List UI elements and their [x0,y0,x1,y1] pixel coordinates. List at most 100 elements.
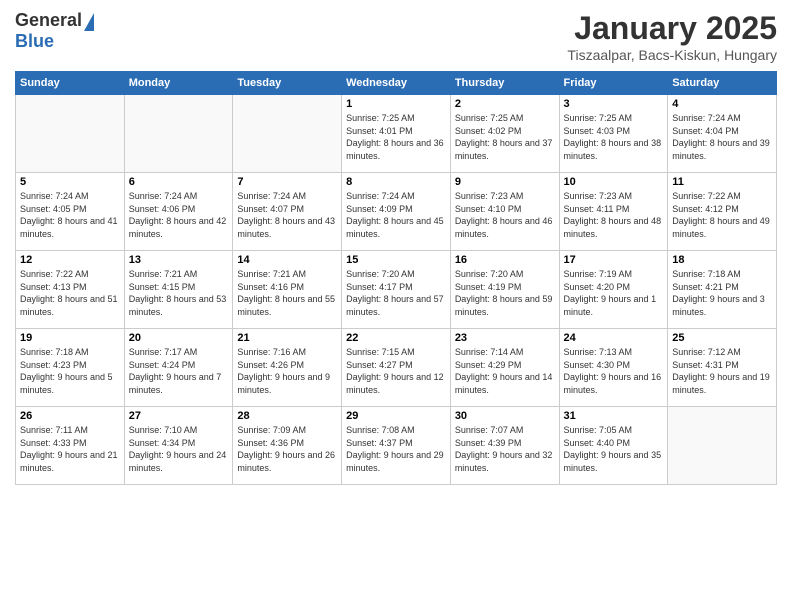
day-info: Sunrise: 7:25 AM Sunset: 4:01 PM Dayligh… [346,112,446,162]
day-number: 13 [129,254,229,266]
day-number: 20 [129,332,229,344]
day-number: 17 [564,254,664,266]
week-row-3: 12 Sunrise: 7:22 AM Sunset: 4:13 PM Dayli… [16,251,777,329]
calendar-cell: 14Sunrise: 7:21 AM Sunset: 4:16 PM Dayli… [233,251,342,329]
calendar-cell: 21 Sunrise: 7:16 AM Sunset: 4:26 PM Dayli… [233,329,342,407]
weekday-header-friday: Friday [559,72,668,95]
calendar-cell: 17Sunrise: 7:19 AM Sunset: 4:20 PM Dayli… [559,251,668,329]
week-row-1: 1 Sunrise: 7:25 AM Sunset: 4:01 PM Daylig… [16,95,777,173]
day-number: 23 [455,332,555,344]
calendar-cell: 20 Sunrise: 7:17 AM Sunset: 4:24 PM Dayli… [124,329,233,407]
calendar-cell: 10Sunrise: 7:23 AM Sunset: 4:11 PM Dayli… [559,173,668,251]
day-info: Sunrise: 7:14 AM Sunset: 4:29 PM Dayligh… [455,346,555,396]
day-info: Sunrise: 7:15 AM Sunset: 4:27 PM Dayligh… [346,346,446,396]
day-number: 21 [237,332,337,344]
calendar-cell: 29Sunrise: 7:08 AM Sunset: 4:37 PM Dayli… [342,407,451,485]
day-info: Sunrise: 7:17 AM Sunset: 4:24 PM Dayligh… [129,346,229,396]
calendar-cell: 19 Sunrise: 7:18 AM Sunset: 4:23 PM Dayli… [16,329,125,407]
day-number: 18 [672,254,772,266]
day-info: Sunrise: 7:23 AM Sunset: 4:10 PM Dayligh… [455,190,555,240]
day-number: 19 [20,332,120,344]
day-info: Sunrise: 7:24 AM Sunset: 4:06 PM Dayligh… [129,190,229,240]
day-number: 10 [564,176,664,188]
week-row-2: 5 Sunrise: 7:24 AM Sunset: 4:05 PM Daylig… [16,173,777,251]
calendar-cell [16,95,125,173]
day-number: 25 [672,332,772,344]
location-text: Tiszaalpar, Bacs-Kiskun, Hungary [567,47,777,63]
calendar-cell: 12 Sunrise: 7:22 AM Sunset: 4:13 PM Dayli… [16,251,125,329]
calendar-cell: 25 Sunrise: 7:12 AM Sunset: 4:31 PM Dayli… [668,329,777,407]
day-number: 6 [129,176,229,188]
weekday-header-saturday: Saturday [668,72,777,95]
calendar-cell: 13 Sunrise: 7:21 AM Sunset: 4:15 PM Dayli… [124,251,233,329]
calendar-cell: 24 Sunrise: 7:13 AM Sunset: 4:30 PM Dayli… [559,329,668,407]
day-info: Sunrise: 7:21 AM Sunset: 4:15 PM Dayligh… [129,268,229,318]
day-info: Sunrise: 7:10 AM Sunset: 4:34 PM Dayligh… [129,424,229,474]
week-row-4: 19 Sunrise: 7:18 AM Sunset: 4:23 PM Dayli… [16,329,777,407]
calendar-cell: 11 Sunrise: 7:22 AM Sunset: 4:12 PM Dayli… [668,173,777,251]
calendar-cell: 15Sunrise: 7:20 AM Sunset: 4:17 PM Dayli… [342,251,451,329]
header: General Blue January 2025 Tiszaalpar, Ba… [15,10,777,63]
weekday-header-wednesday: Wednesday [342,72,451,95]
day-number: 11 [672,176,772,188]
day-info: Sunrise: 7:12 AM Sunset: 4:31 PM Dayligh… [672,346,772,396]
day-number: 27 [129,410,229,422]
day-number: 3 [564,98,664,110]
day-number: 4 [672,98,772,110]
logo: General Blue [15,10,94,52]
day-number: 7 [237,176,337,188]
day-info: Sunrise: 7:18 AM Sunset: 4:21 PM Dayligh… [672,268,772,318]
calendar-cell: 28 Sunrise: 7:09 AM Sunset: 4:36 PM Dayli… [233,407,342,485]
page: General Blue January 2025 Tiszaalpar, Ba… [0,0,792,612]
calendar-cell [124,95,233,173]
day-info: Sunrise: 7:24 AM Sunset: 4:05 PM Dayligh… [20,190,120,240]
calendar-cell: 7 Sunrise: 7:24 AM Sunset: 4:07 PM Daylig… [233,173,342,251]
logo-general-text: General [15,10,82,31]
logo-triangle-icon [84,13,94,31]
day-number: 30 [455,410,555,422]
day-info: Sunrise: 7:24 AM Sunset: 4:04 PM Dayligh… [672,112,772,162]
day-info: Sunrise: 7:24 AM Sunset: 4:07 PM Dayligh… [237,190,337,240]
month-title: January 2025 [567,10,777,47]
day-number: 31 [564,410,664,422]
calendar-cell [233,95,342,173]
day-number: 9 [455,176,555,188]
day-info: Sunrise: 7:25 AM Sunset: 4:02 PM Dayligh… [455,112,555,162]
day-number: 28 [237,410,337,422]
title-section: January 2025 Tiszaalpar, Bacs-Kiskun, Hu… [567,10,777,63]
day-info: Sunrise: 7:09 AM Sunset: 4:36 PM Dayligh… [237,424,337,474]
day-number: 1 [346,98,446,110]
day-info: Sunrise: 7:21 AM Sunset: 4:16 PM Dayligh… [237,268,337,318]
logo-blue-text: Blue [15,31,54,52]
day-info: Sunrise: 7:22 AM Sunset: 4:13 PM Dayligh… [20,268,120,318]
calendar-cell: 16Sunrise: 7:20 AM Sunset: 4:19 PM Dayli… [450,251,559,329]
calendar-cell: 23 Sunrise: 7:14 AM Sunset: 4:29 PM Dayli… [450,329,559,407]
weekday-header-thursday: Thursday [450,72,559,95]
calendar-cell: 26Sunrise: 7:11 AM Sunset: 4:33 PM Dayli… [16,407,125,485]
weekday-header-tuesday: Tuesday [233,72,342,95]
day-number: 24 [564,332,664,344]
calendar-cell: 2 Sunrise: 7:25 AM Sunset: 4:02 PM Daylig… [450,95,559,173]
day-number: 16 [455,254,555,266]
day-number: 2 [455,98,555,110]
day-info: Sunrise: 7:24 AM Sunset: 4:09 PM Dayligh… [346,190,446,240]
day-info: Sunrise: 7:22 AM Sunset: 4:12 PM Dayligh… [672,190,772,240]
day-info: Sunrise: 7:16 AM Sunset: 4:26 PM Dayligh… [237,346,337,396]
calendar-cell: 4 Sunrise: 7:24 AM Sunset: 4:04 PM Daylig… [668,95,777,173]
calendar-cell: 3 Sunrise: 7:25 AM Sunset: 4:03 PM Daylig… [559,95,668,173]
calendar-cell: 22Sunrise: 7:15 AM Sunset: 4:27 PM Dayli… [342,329,451,407]
day-info: Sunrise: 7:11 AM Sunset: 4:33 PM Dayligh… [20,424,120,474]
day-number: 5 [20,176,120,188]
day-number: 8 [346,176,446,188]
day-info: Sunrise: 7:18 AM Sunset: 4:23 PM Dayligh… [20,346,120,396]
day-info: Sunrise: 7:07 AM Sunset: 4:39 PM Dayligh… [455,424,555,474]
day-number: 12 [20,254,120,266]
day-info: Sunrise: 7:13 AM Sunset: 4:30 PM Dayligh… [564,346,664,396]
weekday-header-row: SundayMondayTuesdayWednesdayThursdayFrid… [16,72,777,95]
calendar-cell: 30 Sunrise: 7:07 AM Sunset: 4:39 PM Dayli… [450,407,559,485]
weekday-header-monday: Monday [124,72,233,95]
day-info: Sunrise: 7:25 AM Sunset: 4:03 PM Dayligh… [564,112,664,162]
calendar-cell: 5 Sunrise: 7:24 AM Sunset: 4:05 PM Daylig… [16,173,125,251]
calendar-cell: 1 Sunrise: 7:25 AM Sunset: 4:01 PM Daylig… [342,95,451,173]
weekday-header-sunday: Sunday [16,72,125,95]
